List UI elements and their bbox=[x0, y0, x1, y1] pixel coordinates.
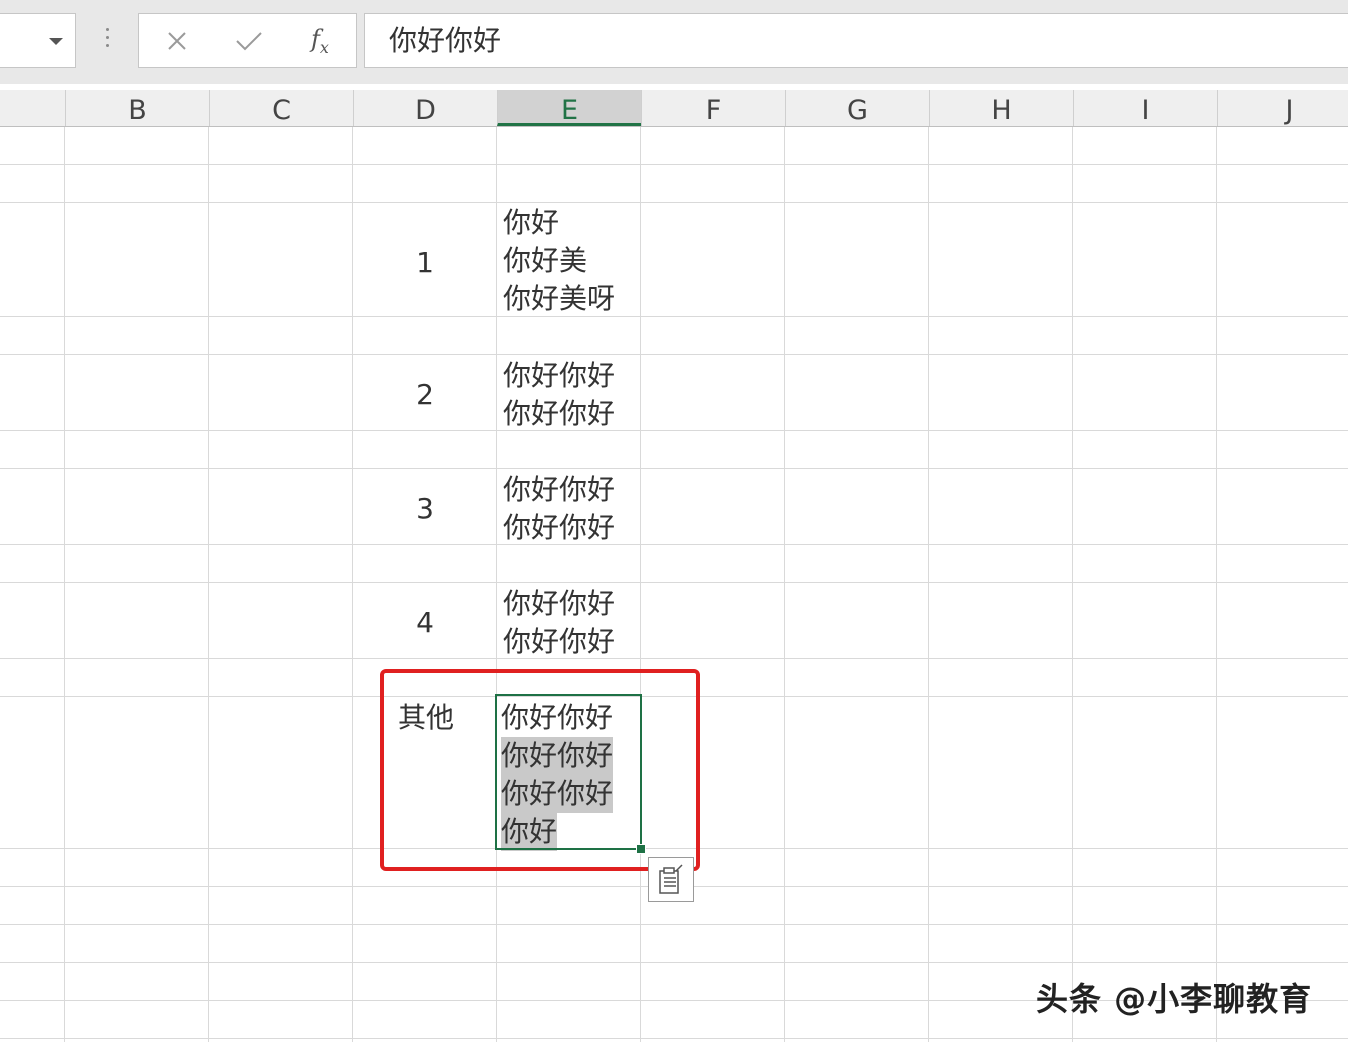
column-header-i[interactable]: I bbox=[1073, 90, 1217, 126]
cell-e-3[interactable]: 你好你好 你好你好 bbox=[503, 471, 615, 547]
column-header-c[interactable]: C bbox=[209, 90, 353, 126]
chevron-down-icon[interactable] bbox=[49, 38, 63, 45]
formula-bar: fx 你好你好 bbox=[0, 0, 1348, 84]
column-header-b[interactable]: B bbox=[65, 90, 209, 126]
watermark-text: 头条 @小李聊教育 bbox=[1036, 980, 1313, 1018]
cell-line: 你好你好 bbox=[503, 359, 616, 392]
cell-line: 你好美 bbox=[503, 244, 588, 277]
column-header-a[interactable] bbox=[0, 90, 65, 126]
column-header-g[interactable]: G bbox=[785, 90, 929, 126]
sheet-grid[interactable] bbox=[0, 127, 1348, 1042]
paste-options-button[interactable] bbox=[648, 857, 694, 902]
formula-input[interactable]: 你好你好 bbox=[364, 13, 1348, 68]
cell-line: 你好你好 bbox=[503, 397, 616, 430]
formula-buttons: fx bbox=[138, 13, 357, 68]
cell-line: 你好 bbox=[503, 206, 560, 239]
cell-line: 你好你好 bbox=[503, 473, 616, 506]
cell-line: 你好你好 bbox=[503, 587, 616, 620]
close-icon[interactable] bbox=[159, 22, 195, 60]
cell-e-2[interactable]: 你好你好 你好你好 bbox=[503, 357, 615, 433]
name-box[interactable] bbox=[0, 13, 76, 68]
column-header-e[interactable]: E bbox=[497, 90, 641, 126]
insert-function-button[interactable]: fx bbox=[302, 22, 338, 60]
function-icon: fx bbox=[311, 25, 329, 57]
column-header-h[interactable]: H bbox=[929, 90, 1073, 126]
cell-e-4[interactable]: 你好你好 你好你好 bbox=[503, 585, 615, 661]
cell-line: 你好你好 bbox=[503, 511, 616, 544]
cell-d-2[interactable]: 2 bbox=[405, 376, 445, 414]
column-header-row: B C D E F G H I J bbox=[0, 90, 1348, 127]
column-header-f[interactable]: F bbox=[641, 90, 785, 126]
annotation-highlight-box bbox=[380, 669, 700, 871]
more-options-icon[interactable] bbox=[106, 28, 109, 52]
cell-d-3[interactable]: 3 bbox=[405, 490, 445, 528]
cell-line: 你好美呀 bbox=[503, 282, 616, 315]
cell-d-4[interactable]: 4 bbox=[405, 604, 445, 642]
cell-d-1[interactable]: 1 bbox=[405, 244, 445, 282]
clipboard-icon bbox=[659, 864, 683, 894]
check-icon[interactable] bbox=[231, 22, 267, 60]
cell-line: 你好你好 bbox=[503, 625, 616, 658]
column-header-j[interactable]: J bbox=[1217, 90, 1348, 126]
cell-e-1[interactable]: 你好 你好美 你好美呀 bbox=[503, 204, 615, 318]
column-header-d[interactable]: D bbox=[353, 90, 497, 126]
